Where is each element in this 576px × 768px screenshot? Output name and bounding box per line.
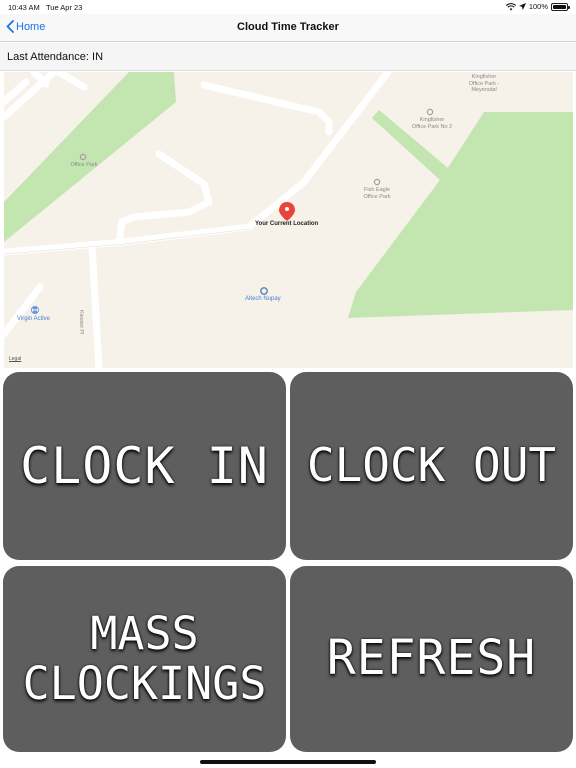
wifi-icon <box>505 2 516 10</box>
clock-in-label: CLOCK IN <box>20 437 269 495</box>
refresh-label: REFRESH <box>326 630 537 687</box>
status-time-date: 10:43 AM Tue Apr 23 <box>8 3 83 12</box>
navigation-bar: Home Cloud Time Tracker <box>0 14 576 42</box>
map-label-office-park: Office Park <box>70 162 98 168</box>
current-location-label: Your Current Location <box>255 221 319 227</box>
clock-out-label: CLOCK OUT <box>306 438 557 493</box>
clock-out-button[interactable]: CLOCK OUT <box>290 372 573 560</box>
map-label-fish-eagle: Fish Eagle Office Park <box>363 187 391 200</box>
map-canvas <box>4 72 573 368</box>
map-legal-link[interactable]: Legal <box>9 356 21 362</box>
status-indicators: 100% <box>505 2 570 11</box>
map-label-kiewiet: Kiewiet Pl <box>78 310 84 335</box>
location-arrow-icon <box>518 3 526 10</box>
map-label-virgin-active: Virgin Active <box>17 316 50 322</box>
mass-clockings-button[interactable]: MASS CLOCKINGS <box>3 566 286 752</box>
refresh-button[interactable]: REFRESH <box>290 566 573 752</box>
last-attendance-label: Last Attendance: IN <box>0 43 576 71</box>
battery-icon <box>551 2 570 11</box>
map-label-altech: Altech Nupay <box>245 296 281 302</box>
map-label-kingfisher-park-2: Kingfisher Office Park No 2 <box>411 117 453 130</box>
mass-clockings-label-line1: MASS <box>90 606 199 660</box>
battery-percent: 100% <box>528 2 548 11</box>
page-title: Cloud Time Tracker <box>237 21 339 33</box>
map-label-kingfisher-park: Kingfisher Office Park - Meyersdal <box>468 74 500 93</box>
status-bar: 10:43 AM Tue Apr 23 100% <box>0 0 576 14</box>
home-indicator[interactable] <box>200 760 376 764</box>
location-map[interactable]: Kingfisher Office Park - Meyersdal Kingf… <box>4 72 573 368</box>
clock-in-button[interactable]: CLOCK IN <box>3 372 286 560</box>
mass-clockings-label-line2: CLOCKINGS <box>22 657 267 710</box>
